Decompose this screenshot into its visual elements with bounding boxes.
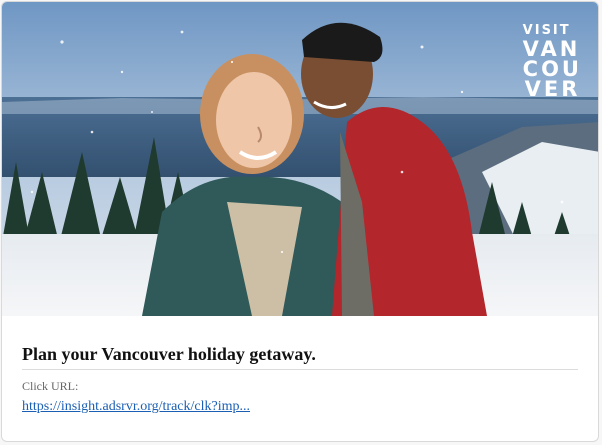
logo-line-visit: VISIT xyxy=(522,23,571,38)
visit-vancouver-logo: VISIT VAN COU VER xyxy=(522,23,582,101)
ad-headline[interactable]: Plan your Vancouver holiday getaway. xyxy=(22,344,578,370)
logo-line-van: VAN xyxy=(522,37,581,61)
logo-line-cou: COU xyxy=(522,57,582,81)
click-url-label: Click URL: xyxy=(22,379,79,393)
ad-card[interactable]: VISIT VAN COU VER Plan your Vancouver ho… xyxy=(1,1,599,442)
hero-image[interactable]: VISIT VAN COU VER xyxy=(2,2,598,316)
ad-text-area: Plan your Vancouver holiday getaway. Cli… xyxy=(22,316,578,415)
winter-couple-photo xyxy=(2,2,598,316)
logo-line-ver: VER xyxy=(524,77,581,101)
click-url-link[interactable]: https://insight.adsrvr.org/track/clk?imp… xyxy=(22,399,250,415)
